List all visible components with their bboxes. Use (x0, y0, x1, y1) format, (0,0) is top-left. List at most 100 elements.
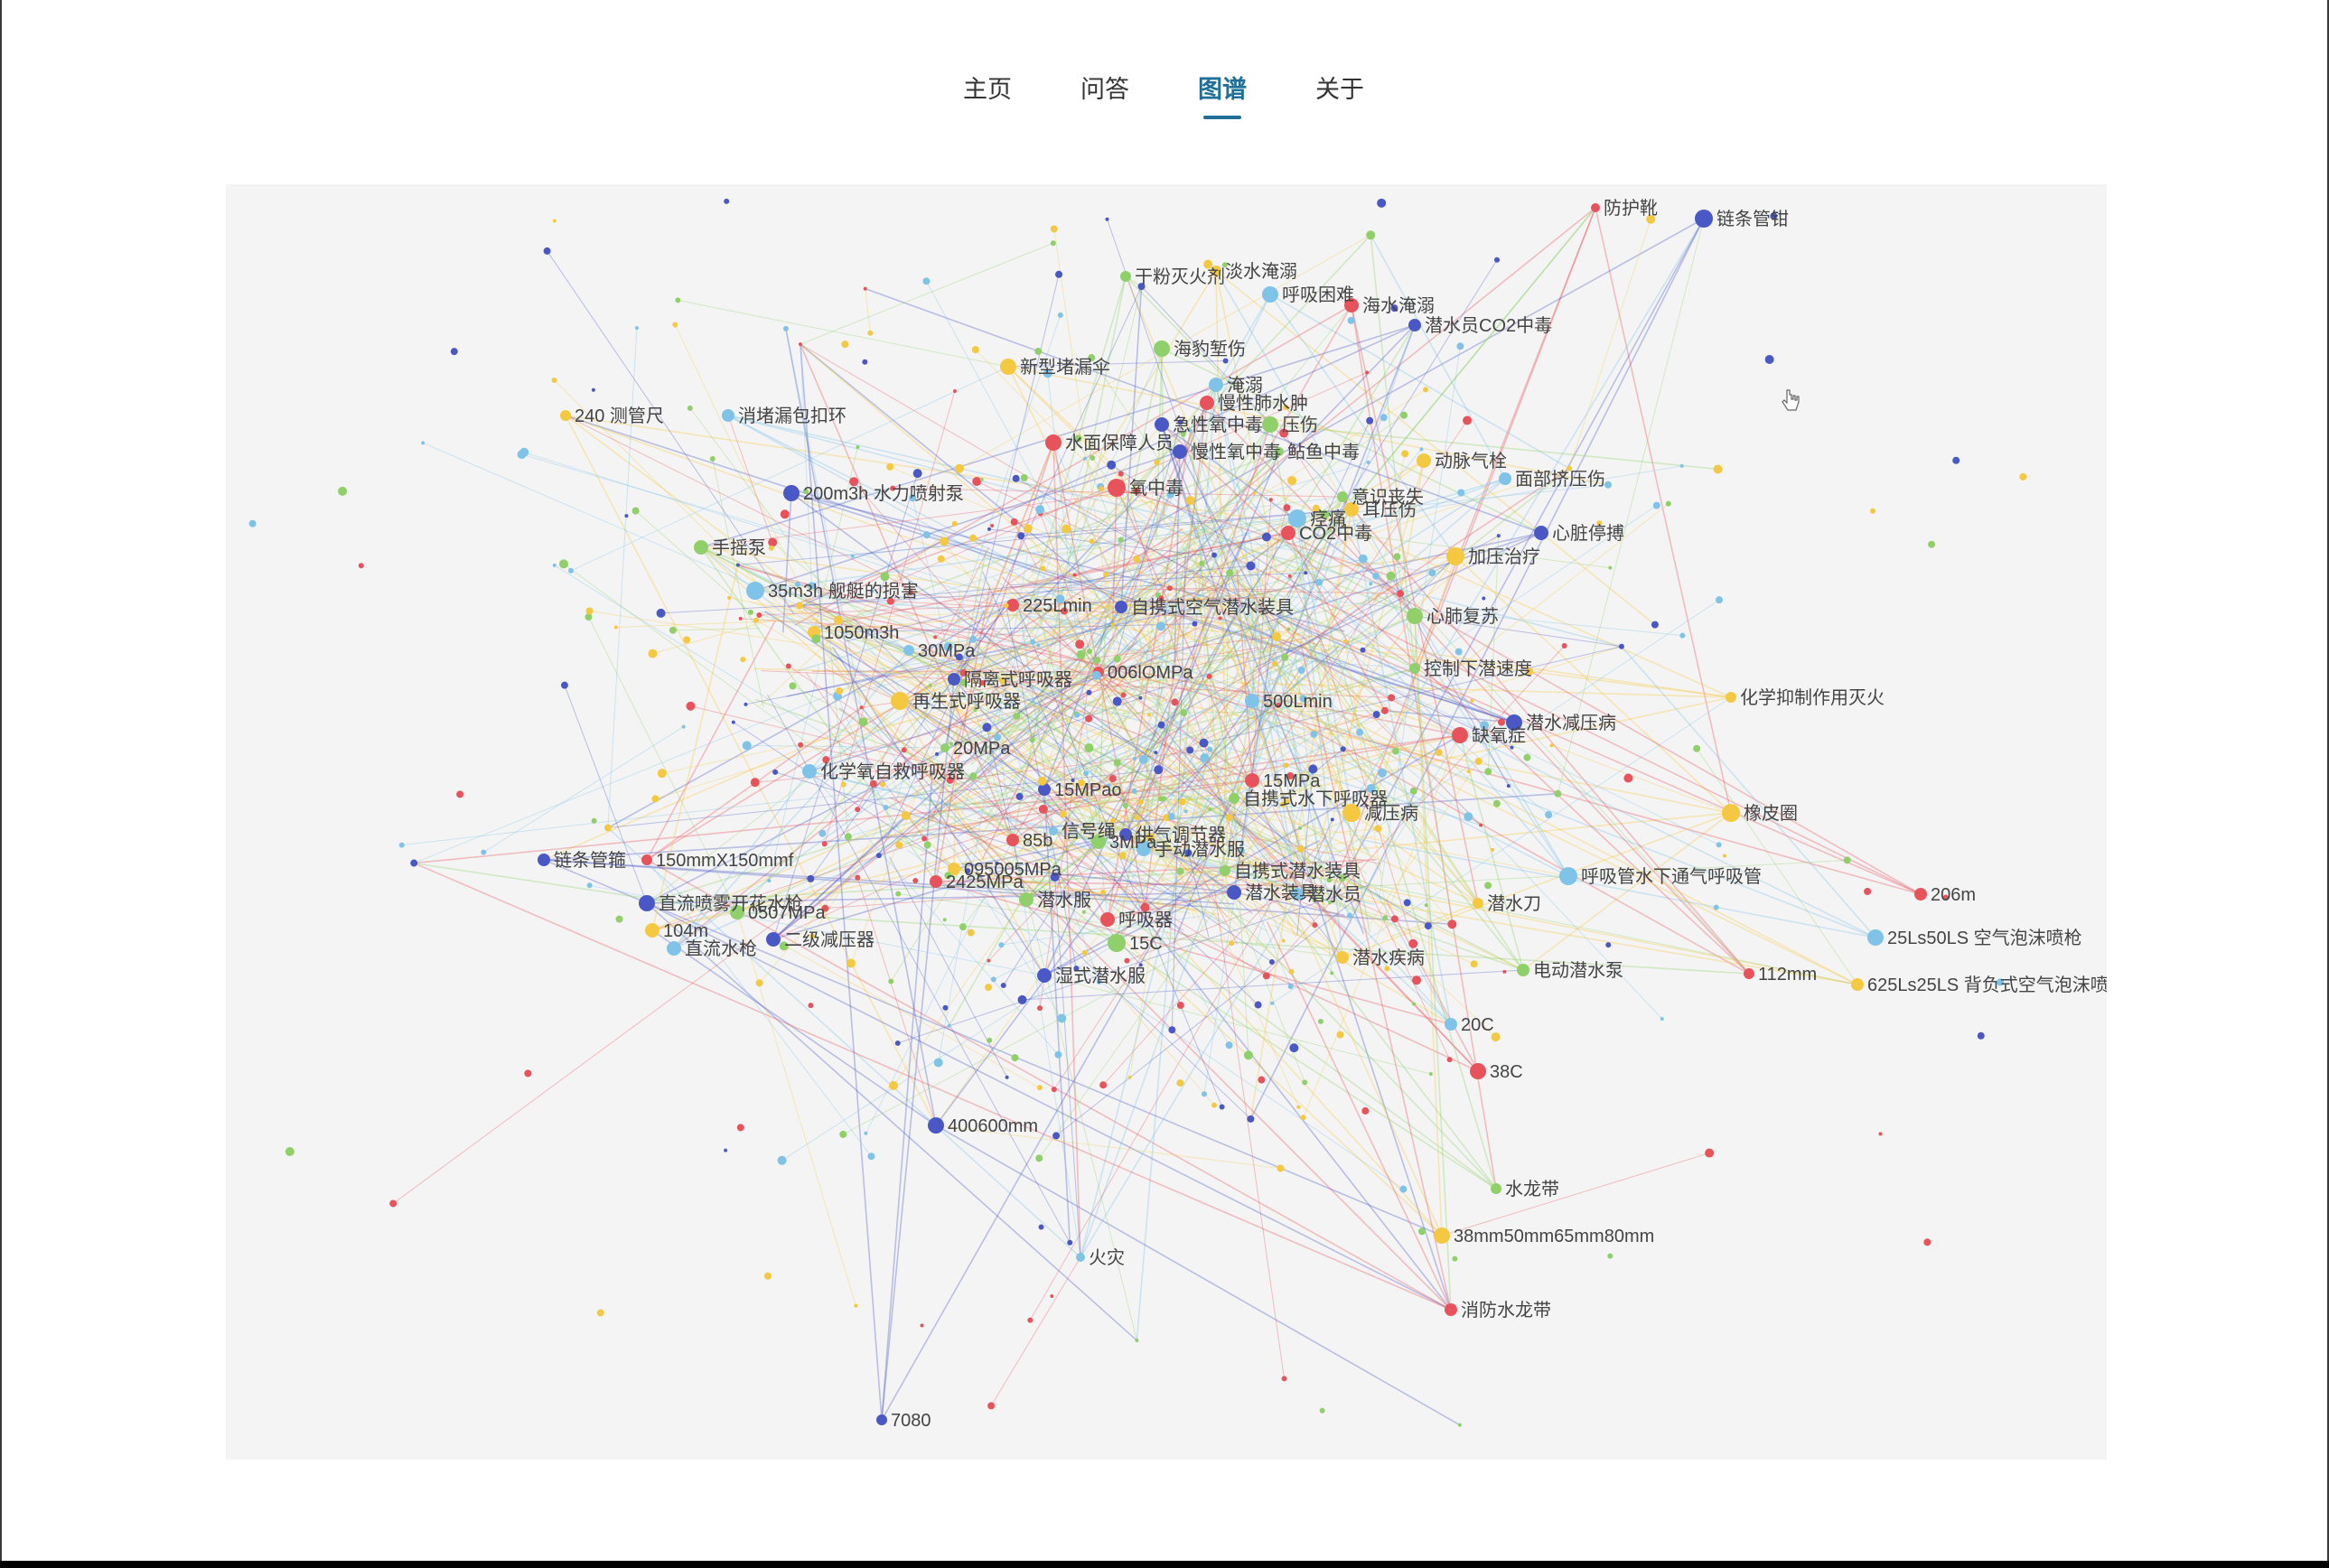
graph-node[interactable] (1287, 984, 1294, 990)
graph-node[interactable] (1157, 721, 1165, 729)
graph-node[interactable] (1452, 1255, 1458, 1262)
graph-node[interactable] (856, 445, 860, 450)
graph-node[interactable] (863, 286, 867, 291)
graph-node[interactable] (888, 978, 894, 985)
graph-node[interactable] (763, 1272, 772, 1280)
graph-node[interactable] (1254, 1001, 1262, 1009)
graph-node[interactable] (586, 882, 593, 889)
graph-node[interactable] (798, 742, 804, 748)
graph-node[interactable] (1722, 854, 1726, 858)
graph-node[interactable] (1211, 1102, 1218, 1108)
graph-node[interactable] (1545, 811, 1553, 819)
graph-node[interactable] (1304, 571, 1308, 575)
graph-node[interactable] (591, 387, 595, 392)
graph-node[interactable] (1618, 643, 1624, 649)
graph-node[interactable] (755, 979, 763, 987)
graph-node[interactable] (1388, 694, 1396, 702)
graph-node[interactable] (1225, 1041, 1233, 1050)
graph-node[interactable] (1297, 666, 1305, 674)
graph-node[interactable] (895, 891, 902, 897)
graph-node[interactable] (967, 929, 975, 937)
graph-node[interactable] (1289, 1043, 1299, 1053)
graph-node[interactable] (1843, 856, 1851, 864)
graph-node[interactable] (987, 1037, 993, 1043)
graph-node[interactable] (912, 877, 919, 883)
graph-node[interactable] (1185, 496, 1195, 506)
graph-node[interactable] (1497, 718, 1505, 726)
graph-node[interactable] (1447, 919, 1457, 929)
graph-node[interactable] (1336, 1031, 1344, 1039)
graph-node[interactable] (864, 1131, 868, 1135)
graph-node-labeled[interactable] (1867, 929, 1884, 946)
graph-node[interactable] (990, 523, 995, 527)
graph-node[interactable] (1374, 825, 1382, 833)
graph-node[interactable] (1411, 1002, 1416, 1006)
graph-node[interactable] (920, 1323, 924, 1328)
graph-node[interactable] (1393, 553, 1401, 561)
graph-node[interactable] (1268, 959, 1275, 966)
graph-node[interactable] (1183, 809, 1188, 814)
graph-node[interactable] (839, 1130, 847, 1138)
graph-node[interactable] (1206, 673, 1212, 679)
graph-node[interactable] (1679, 632, 1686, 639)
graph-node-labeled[interactable] (1037, 968, 1052, 983)
graph-node[interactable] (1089, 538, 1095, 545)
graph-node-labeled[interactable] (1076, 1253, 1085, 1262)
graph-node[interactable] (681, 724, 686, 729)
graph-node-labeled[interactable] (1173, 444, 1187, 459)
graph-node[interactable] (1154, 751, 1158, 755)
graph-node-labeled[interactable] (948, 673, 960, 686)
graph-node[interactable] (1408, 938, 1418, 948)
graph-node[interactable] (1029, 737, 1035, 743)
graph-node-labeled[interactable] (876, 1414, 887, 1425)
graph-node[interactable] (1412, 975, 1422, 985)
graph-node[interactable] (747, 609, 753, 615)
graph-node[interactable] (1386, 571, 1396, 581)
graph-node-labeled[interactable] (1108, 479, 1126, 497)
graph-node[interactable] (410, 859, 418, 867)
graph-node[interactable] (875, 853, 882, 859)
graph-node[interactable] (615, 915, 623, 923)
graph-node[interactable] (591, 817, 597, 824)
nav-graph[interactable]: 图谱 (1164, 65, 1281, 119)
graph-node[interactable] (772, 769, 779, 775)
graph-node[interactable] (1356, 728, 1364, 736)
graph-node[interactable] (1122, 802, 1128, 808)
graph-node[interactable] (1261, 532, 1271, 542)
graph-node[interactable] (727, 595, 732, 600)
graph-node-labeled[interactable] (746, 582, 764, 600)
graph-node[interactable] (1243, 1050, 1253, 1060)
graph-node[interactable] (1133, 555, 1141, 564)
graph-node[interactable] (1380, 706, 1389, 714)
graph-node[interactable] (1928, 540, 1936, 548)
graph-node[interactable] (811, 634, 821, 644)
graph-node[interactable] (982, 723, 992, 733)
graph-node[interactable] (735, 563, 740, 567)
graph-node[interactable] (456, 790, 464, 798)
graph-node[interactable] (1399, 1185, 1408, 1193)
graph-node-labeled[interactable] (538, 854, 550, 866)
graph-node[interactable] (389, 1199, 398, 1208)
graph-node[interactable] (1287, 476, 1297, 486)
graph-node-labeled[interactable] (802, 764, 817, 779)
graph-node[interactable] (738, 616, 743, 621)
graph-node-labeled[interactable] (1491, 1183, 1501, 1194)
graph-node[interactable] (1202, 1091, 1208, 1097)
graph-node[interactable] (1118, 852, 1127, 860)
graph-node[interactable] (1154, 459, 1160, 465)
graph-node[interactable] (854, 1303, 858, 1308)
graph-node[interactable] (672, 322, 678, 328)
graph-node[interactable] (1422, 387, 1428, 393)
graph-node[interactable] (524, 1069, 532, 1078)
graph-node-labeled[interactable] (639, 895, 655, 911)
graph-node[interactable] (1090, 454, 1096, 461)
graph-node[interactable] (1466, 769, 1471, 773)
graph-node[interactable] (1319, 1407, 1325, 1414)
graph-node[interactable] (1132, 756, 1136, 761)
graph-node[interactable] (1360, 647, 1366, 653)
graph-node[interactable] (1036, 1085, 1043, 1091)
graph-node[interactable] (1199, 560, 1205, 566)
graph-node[interactable] (1012, 474, 1020, 482)
graph-node-labeled[interactable] (1470, 1063, 1486, 1079)
graph-node[interactable] (1457, 1423, 1462, 1427)
